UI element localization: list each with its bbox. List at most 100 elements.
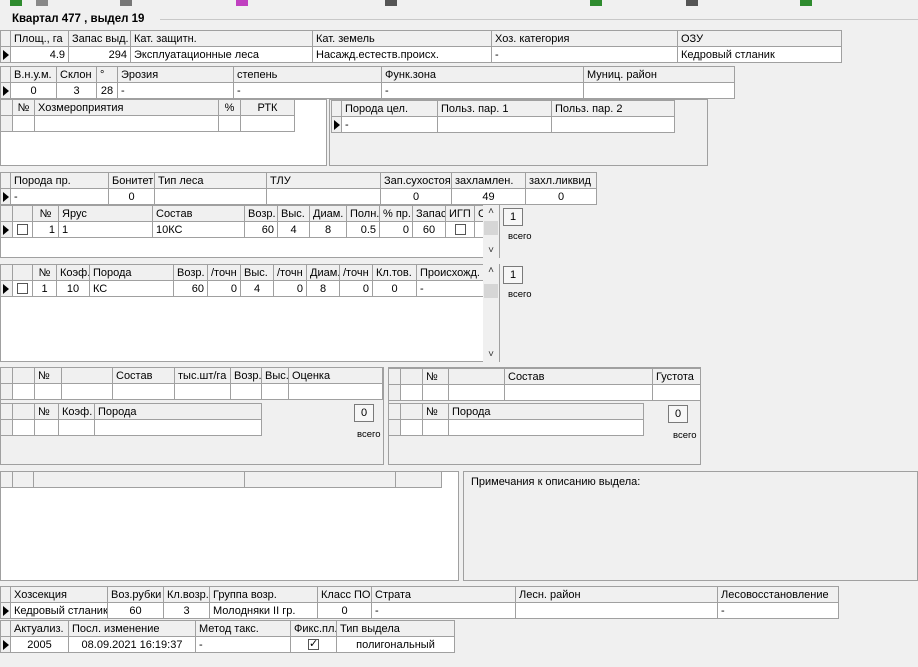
cell-empty[interactable] — [33, 471, 245, 488]
cell-empty[interactable] — [652, 384, 701, 401]
cell-litter[interactable]: 49 — [451, 188, 526, 205]
cell-altitude[interactable]: 0 — [10, 82, 57, 99]
header-number[interactable]: № — [422, 403, 449, 420]
header-density[interactable]: Густота — [652, 368, 701, 385]
header-measures[interactable]: Хозмероприятия — [34, 99, 219, 116]
layers-scrollbar[interactable]: ˄ ˅ — [483, 205, 499, 258]
header-land-cat[interactable]: Кат. земель — [312, 30, 492, 47]
header-predominant-species[interactable]: Порода пр. — [10, 172, 109, 189]
cell-bonitet[interactable]: 0 — [108, 188, 155, 205]
tool-icon[interactable] — [800, 0, 812, 6]
cell-stratum[interactable]: - — [371, 602, 516, 619]
cell-empty[interactable] — [12, 383, 35, 400]
tool-icon[interactable] — [385, 0, 397, 6]
scroll-down-icon[interactable]: ˅ — [483, 244, 499, 258]
cell-height[interactable]: 4 — [277, 221, 310, 238]
cell-density[interactable]: 0.5 — [346, 221, 380, 238]
header-altitude[interactable]: В.н.у.м. — [10, 66, 57, 83]
scroll-up-icon[interactable]: ˄ — [483, 264, 499, 278]
header-height[interactable]: Выс. — [240, 264, 274, 281]
cell-empty[interactable] — [112, 383, 175, 400]
cell-origin[interactable]: - — [416, 280, 484, 297]
header-thousand-per-ha[interactable]: тыс.шт/га — [174, 367, 231, 384]
tool-icon[interactable] — [10, 0, 22, 6]
cell-empty[interactable] — [61, 383, 113, 400]
cell-reforestation[interactable]: - — [717, 602, 839, 619]
scroll-thumb[interactable] — [484, 284, 498, 298]
cell-degree-level[interactable]: - — [233, 82, 382, 99]
cell-number[interactable] — [12, 115, 35, 132]
scroll-thumb[interactable] — [484, 221, 498, 235]
scroll-up-icon[interactable]: ˄ — [483, 205, 499, 219]
header-percent[interactable]: % пр. — [379, 205, 413, 222]
cell-taxation-method[interactable]: - — [195, 636, 291, 653]
cell-tlu[interactable] — [266, 188, 381, 205]
cell-empty[interactable] — [400, 384, 423, 401]
header-height[interactable]: Выс. — [277, 205, 310, 222]
cell-po-class[interactable]: 0 — [317, 602, 372, 619]
cell-igp[interactable] — [445, 221, 475, 238]
header-ozu[interactable]: ОЗУ — [677, 30, 842, 47]
cell-age[interactable]: 60 — [173, 280, 208, 297]
tool-icon[interactable] — [236, 0, 248, 6]
header-species[interactable]: Порода — [448, 403, 644, 420]
header-number[interactable]: № — [12, 99, 35, 116]
igp-checkbox[interactable] — [454, 224, 466, 236]
header-percent[interactable]: % — [218, 99, 241, 116]
header-taxation-method[interactable]: Метод такс. — [195, 620, 291, 637]
header-bonitet[interactable]: Бонитет — [108, 172, 155, 189]
cell-quality-class[interactable]: 0 — [372, 280, 417, 297]
cell-empty[interactable] — [448, 384, 505, 401]
cell-actualization[interactable]: 2005 — [10, 636, 69, 653]
tool-icon[interactable] — [36, 0, 48, 6]
cell-predominant-species[interactable]: - — [10, 188, 109, 205]
header-tlu[interactable]: ТЛУ — [266, 172, 381, 189]
notes-textarea[interactable] — [465, 492, 917, 580]
header-height-precision[interactable]: /точн — [273, 264, 307, 281]
header-plot-type[interactable]: Тип выдела — [336, 620, 455, 637]
cell-diameter[interactable]: 8 — [309, 221, 347, 238]
cell-rtk[interactable] — [240, 115, 295, 132]
cell-empty[interactable] — [261, 383, 289, 400]
cell-empty[interactable] — [400, 419, 423, 436]
cell-empty[interactable] — [288, 383, 383, 400]
header-litter[interactable]: захламлен. — [451, 172, 526, 189]
header-layer[interactable]: Ярус — [58, 205, 153, 222]
cell-plot-type[interactable]: полигональный — [336, 636, 455, 653]
header-age-precision[interactable]: /точн — [207, 264, 241, 281]
header-target-species[interactable]: Порода цел. — [341, 100, 438, 117]
cell-func-zone[interactable]: - — [381, 82, 584, 99]
header-diameter[interactable]: Диам. — [309, 205, 347, 222]
cell-empty[interactable] — [12, 419, 35, 436]
header-stock[interactable]: Запас выд. — [68, 30, 131, 47]
cell-height-precision[interactable]: 0 — [273, 280, 307, 297]
cell-empty[interactable] — [395, 471, 442, 488]
header-composition[interactable]: Состав — [504, 368, 653, 385]
header-func-zone[interactable]: Функ.зона — [381, 66, 584, 83]
cell-height[interactable]: 4 — [240, 280, 274, 297]
header-evaluation[interactable]: Оценка — [288, 367, 383, 384]
cell-diameter-precision[interactable]: 0 — [339, 280, 373, 297]
header-composition[interactable]: Состав — [152, 205, 245, 222]
cell-empty[interactable] — [94, 419, 262, 436]
cell-fixed-plot[interactable] — [290, 636, 337, 653]
cell-municipality[interactable] — [583, 82, 735, 99]
tool-icon[interactable] — [120, 0, 132, 6]
cell-area[interactable]: 4.9 — [10, 46, 69, 63]
header-litter-liquid[interactable]: захл.ликвид — [525, 172, 597, 189]
cell-forest-type[interactable] — [154, 188, 267, 205]
header-origin[interactable]: Происхожд. — [416, 264, 484, 281]
cell-empty[interactable] — [174, 383, 231, 400]
cell-layer[interactable]: 1 — [58, 221, 153, 238]
header-area[interactable]: Площ., га — [10, 30, 69, 47]
cell-age-precision[interactable]: 0 — [207, 280, 241, 297]
header-rtk[interactable]: РТК — [240, 99, 295, 116]
header-diameter-precision[interactable]: /точн — [339, 264, 373, 281]
cell-target-species[interactable]: - — [341, 116, 438, 133]
cell-number[interactable]: 1 — [32, 280, 57, 297]
cell-empty[interactable] — [422, 384, 449, 401]
cell-measure[interactable] — [34, 115, 219, 132]
fixed-plot-checkbox[interactable] — [308, 638, 319, 651]
tool-icon[interactable] — [590, 0, 602, 6]
header-stratum[interactable]: Страта — [371, 586, 516, 603]
